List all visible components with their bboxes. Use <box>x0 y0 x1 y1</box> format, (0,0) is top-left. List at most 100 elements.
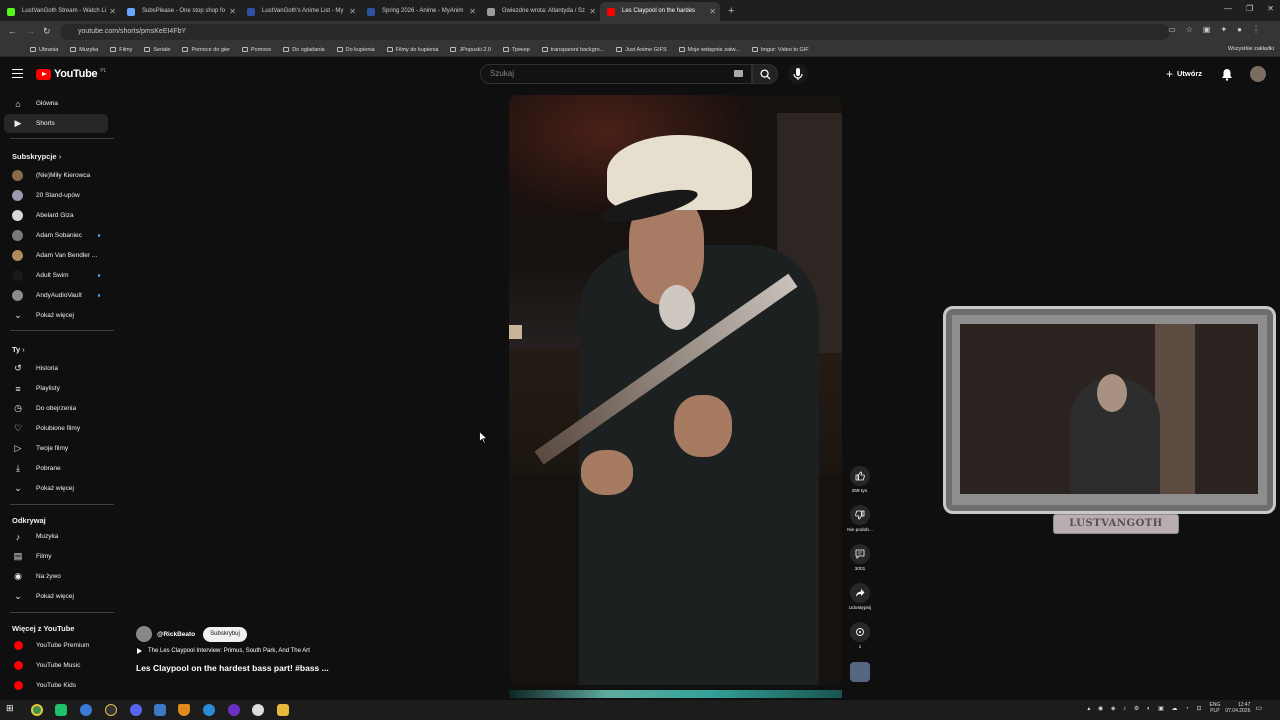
sidebar-item-subscription[interactable]: Adam Sobaniec <box>4 226 108 245</box>
sidebar-item-you[interactable]: ≡ Playlisty <box>4 379 108 398</box>
sidebar-item-you[interactable]: ⤓ Pobrane <box>4 459 108 478</box>
bookmark-item[interactable]: Pomoce do gier <box>182 47 230 53</box>
app-icon[interactable] <box>105 704 117 716</box>
sidebar-item-you[interactable]: ◷ Do obejrzenia <box>4 399 108 418</box>
bookmark-item[interactable]: Muzyka <box>70 47 98 53</box>
bookmark-item[interactable]: Pomoce <box>242 47 271 53</box>
channel-name[interactable]: @RickBeato <box>157 631 195 638</box>
notification-icon[interactable]: ▭ <box>1255 704 1262 712</box>
more-from-youtube-heading[interactable]: Więcej z YouTube <box>12 624 74 633</box>
sidebar-item-subscription[interactable]: Adult Swim <box>4 266 108 285</box>
close-icon[interactable]: ✕ <box>589 2 596 21</box>
sidebar-item-you[interactable]: ♡ Polubione filmy <box>4 419 108 438</box>
sidebar-item-you[interactable]: ⌄ Pokaż więcej <box>4 479 108 498</box>
close-icon[interactable]: ✕ <box>109 2 116 21</box>
app-icon[interactable] <box>228 704 240 716</box>
sidebar-item-explore[interactable]: ♪ Muzyka <box>4 527 108 546</box>
channel-avatar[interactable] <box>136 626 152 642</box>
app-icon[interactable] <box>154 704 166 716</box>
browser-tab[interactable]: LustVanGoth's Anime List - My ✕ <box>240 2 360 21</box>
bookmark-item[interactable]: Imgur: Video to GIF <box>751 47 809 53</box>
vlc-icon[interactable] <box>178 704 190 716</box>
browser-tab-active[interactable]: Les Claypool on the hardes ✕ <box>600 2 720 21</box>
sidebar-item-explore[interactable]: ⌄ Pokaż więcej <box>4 587 108 606</box>
sidebar-item-home[interactable]: ⌂ Główna <box>4 94 108 113</box>
extensions-puzzle-icon[interactable]: ✦ <box>1220 25 1227 34</box>
youtube-logo[interactable]: YouTube PL <box>36 68 106 80</box>
you-heading[interactable]: Ty › <box>12 345 25 354</box>
sidebar-item-you[interactable]: ▷ Twoje filmy <box>4 439 108 458</box>
bookmark-item[interactable]: transparent backgro... <box>541 47 604 53</box>
address-bar[interactable]: youtube.com/shorts/pmsKeEI4FbY <box>60 24 1170 40</box>
sidebar-item-subscription[interactable]: 20 Stand-upów <box>4 186 108 205</box>
subscriptions-heading[interactable]: Subskrypcje › <box>12 152 61 161</box>
sidebar-item-subscription[interactable]: Abelard Giza <box>4 206 108 225</box>
short-video-player[interactable] <box>509 95 842 685</box>
start-icon[interactable]: ⊞ <box>6 703 18 715</box>
app-icon[interactable] <box>55 704 67 716</box>
sidebar-item-explore[interactable]: ◉ Na żywo <box>4 567 108 586</box>
bookmark-item[interactable]: JPopuski 2.0 <box>450 47 491 53</box>
browser-tab[interactable]: LustVanGoth Stream - Watch Li ✕ <box>0 2 120 21</box>
back-icon[interactable]: ← <box>8 26 17 36</box>
all-bookmarks[interactable]: Wszystkie zakładki <box>1228 46 1274 52</box>
sidebar-item-shorts[interactable]: ▶ Shorts <box>4 114 108 133</box>
bookmark-item[interactable]: Moje wstępnie zatw... <box>678 47 740 53</box>
maximize-icon[interactable]: ❐ <box>1246 4 1253 13</box>
search-input[interactable]: Szukaj <box>480 64 752 84</box>
dislike-button[interactable]: Nie podob... <box>845 505 875 533</box>
sidebar-item-subscription[interactable]: Adam Van Bendler ... <box>4 246 108 265</box>
cast-icon[interactable]: ▭ <box>1168 25 1176 34</box>
create-button[interactable]: + Utwórz <box>1166 66 1202 82</box>
bookmark-item[interactable]: Filmy do kupienia <box>386 47 438 53</box>
profile-icon[interactable]: ● <box>1237 25 1242 34</box>
browser-tab[interactable]: Gwiezdne wrota: Atlantyda / Sz ✕ <box>480 2 600 21</box>
discord-icon[interactable] <box>130 704 142 716</box>
share-button[interactable]: Udostępnij <box>845 583 875 611</box>
reload-icon[interactable]: ↻ <box>43 26 51 37</box>
browser-tab[interactable]: Spring 2026 - Anime - MyAnim ✕ <box>360 2 480 21</box>
close-icon[interactable]: ✕ <box>469 2 476 21</box>
close-icon[interactable]: ✕ <box>709 2 716 21</box>
bookmark-item[interactable]: Ubrania <box>30 47 58 53</box>
tray-icons[interactable]: ▴ ◉ ◈ ♪ ⚙ ◐ ▣ ☁ ◔ ⊡ <box>1087 705 1204 712</box>
sidebar-item-youtube-product[interactable]: YouTube Kids <box>4 676 108 695</box>
close-icon[interactable]: ✕ <box>229 2 236 21</box>
close-window-icon[interactable]: ✕ <box>1267 4 1274 13</box>
bookmark-item[interactable]: Seriale <box>144 47 170 53</box>
bookmark-star-icon[interactable]: ☆ <box>1186 25 1193 34</box>
keyboard-icon[interactable] <box>734 70 743 77</box>
menu-icon[interactable] <box>12 69 23 78</box>
show-more-subscriptions[interactable]: ⌄ Pokaż więcej <box>4 306 108 325</box>
comments-button[interactable]: 3001 <box>845 544 875 572</box>
bookmark-item[interactable]: Трекер <box>502 47 530 53</box>
bookmark-item[interactable]: Do kupienia <box>336 47 375 53</box>
menu-dots-icon[interactable]: ⋮ <box>1252 25 1260 34</box>
audio-thumbnail[interactable] <box>850 662 870 682</box>
folder-icon[interactable] <box>277 704 289 716</box>
extension-icon[interactable]: ▣ <box>1203 25 1211 34</box>
minimize-icon[interactable]: — <box>1224 4 1232 13</box>
remix-button[interactable]: 1 <box>845 622 875 650</box>
clock[interactable]: 12:47 07.04.2026 <box>1225 702 1250 714</box>
next-short-preview[interactable] <box>509 690 842 698</box>
subscribe-button[interactable]: Subskrybuj <box>203 626 247 642</box>
like-button[interactable]: 259 tys. <box>845 466 875 494</box>
telegram-icon[interactable] <box>203 704 215 716</box>
voice-search-button[interactable] <box>788 64 808 84</box>
sidebar-item-subscription[interactable]: (Nie)Miły Kierowca <box>4 166 108 185</box>
forward-icon[interactable]: → <box>26 26 35 36</box>
explore-heading[interactable]: Odkrywaj <box>12 516 46 525</box>
sidebar-item-youtube-product[interactable]: YouTube Music <box>4 656 108 675</box>
sidebar-item-subscription[interactable]: AndyAudioVault <box>4 286 108 305</box>
close-icon[interactable]: ✕ <box>349 2 356 21</box>
browser-tab[interactable]: SubsPlease - One stop shop fo ✕ <box>120 2 240 21</box>
app-icon[interactable] <box>252 704 264 716</box>
bookmark-item[interactable]: Just Anime GIFS <box>616 47 667 53</box>
sidebar-item-you[interactable]: ↺ Historia <box>4 359 108 378</box>
account-avatar[interactable] <box>1250 66 1266 82</box>
related-video-link[interactable]: The Les Claypool Interview: Primus, Sout… <box>137 648 310 654</box>
bookmark-item[interactable]: Do ogladania <box>283 47 325 53</box>
short-title[interactable]: Les Claypool on the hardest bass part! #… <box>136 663 329 673</box>
browser-icon[interactable] <box>80 704 92 716</box>
